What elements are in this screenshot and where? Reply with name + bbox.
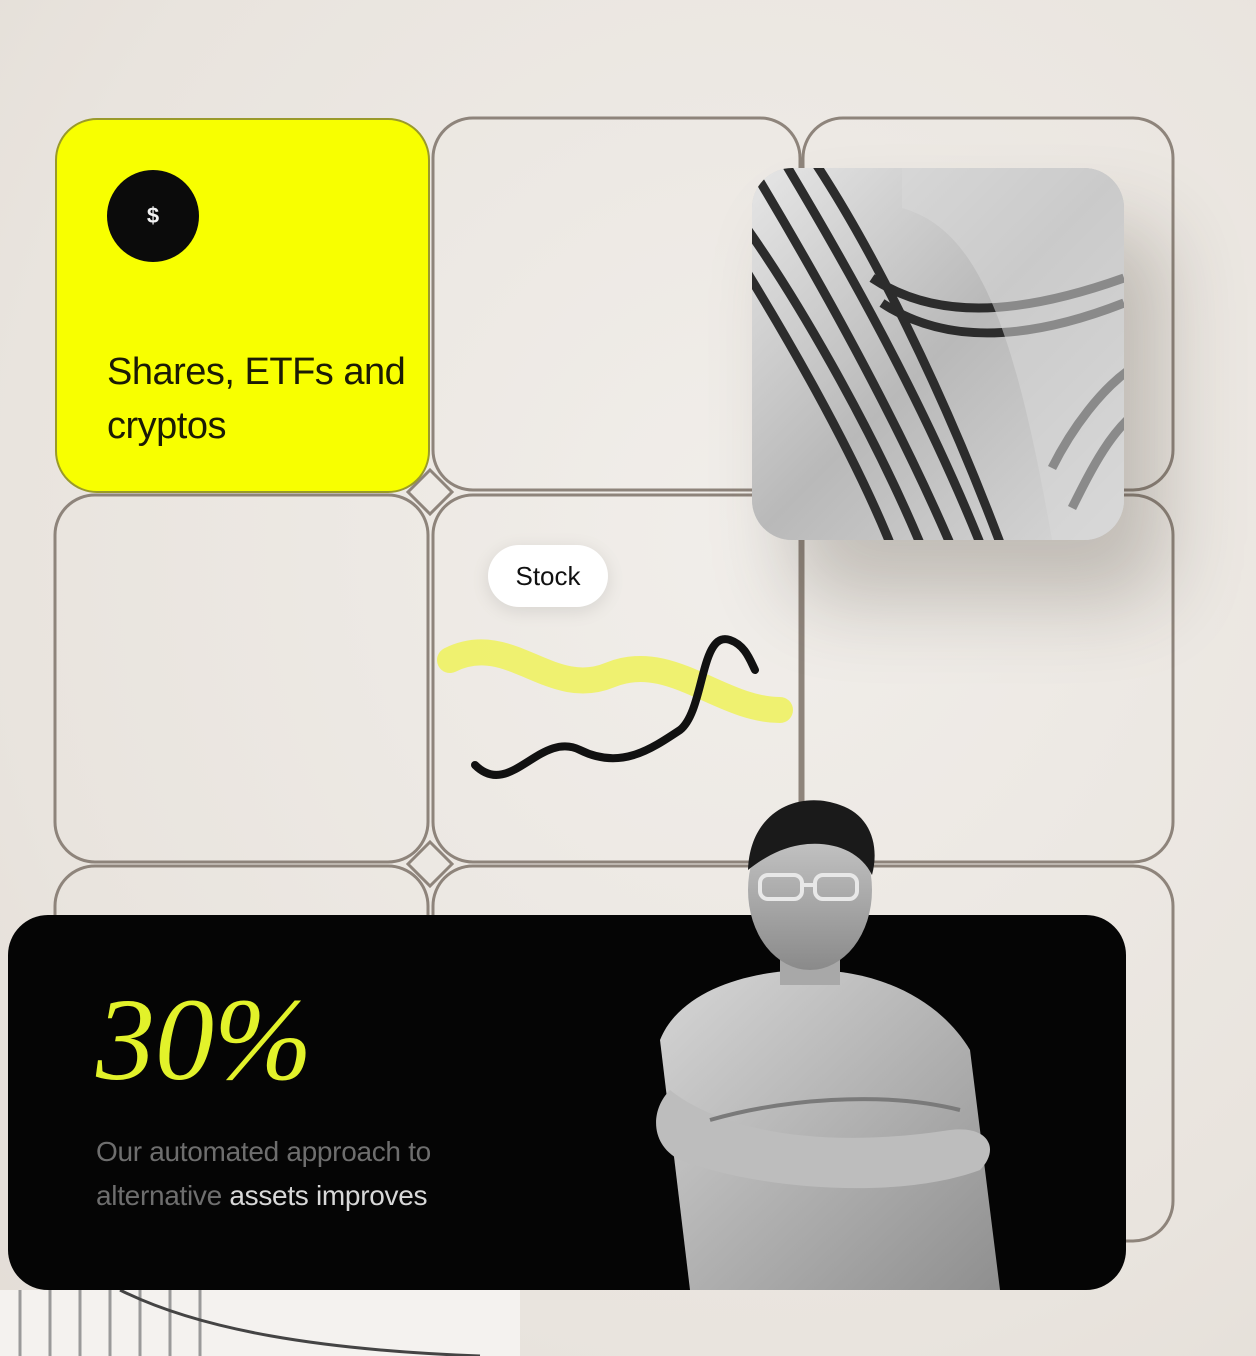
person-photo: [656, 800, 1000, 1290]
stat-description-highlight: assets improves: [229, 1180, 428, 1211]
abstract-art-image: [752, 168, 1124, 540]
wavy-line-icon: [437, 635, 793, 779]
stat-description: Our automated approach to alternative as…: [96, 1130, 556, 1218]
coin-glyph: $: [146, 203, 160, 228]
promo-canvas: $ Shares, ETFs and cryptos Stock 30% Our…: [0, 0, 1256, 1356]
stock-tag-label: Stock: [515, 560, 581, 591]
asset-tile-title: Shares, ETFs and cryptos: [107, 351, 406, 447]
asset-class-tile[interactable]: $ Shares, ETFs and cryptos: [55, 118, 430, 493]
abstract-stripes-graphic: [752, 168, 1124, 540]
stat-value: 30%: [96, 974, 313, 1105]
dollar-coin-icon: $: [107, 170, 199, 262]
bottom-stripes-graphic: [0, 1290, 520, 1356]
stock-tag-pill[interactable]: Stock: [488, 545, 608, 607]
